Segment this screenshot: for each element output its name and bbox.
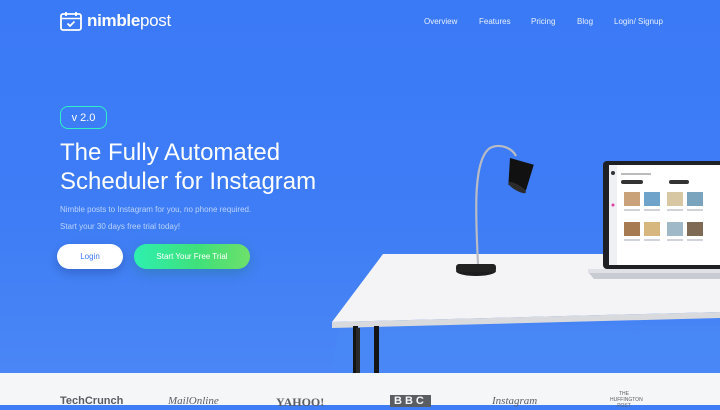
press-logos-bar: TechCrunch MailOnline YAHOO! BBC Instagr… <box>0 373 720 409</box>
logo-yahoo: YAHOO! <box>276 395 325 409</box>
logo-mailonline: MailOnline <box>168 395 219 407</box>
laptop-screen-preview <box>609 165 720 265</box>
app-preview-image <box>609 165 703 265</box>
hero-section: nimblepost Overview Features Pricing Blo… <box>0 0 720 373</box>
logo-huffington-post: THE HUFFINGTON POST <box>610 391 643 409</box>
logo-instagram: Instagram <box>492 395 538 407</box>
logo-techcrunch: TechCrunch <box>60 395 124 407</box>
logo-bbc: BBC <box>390 395 431 407</box>
